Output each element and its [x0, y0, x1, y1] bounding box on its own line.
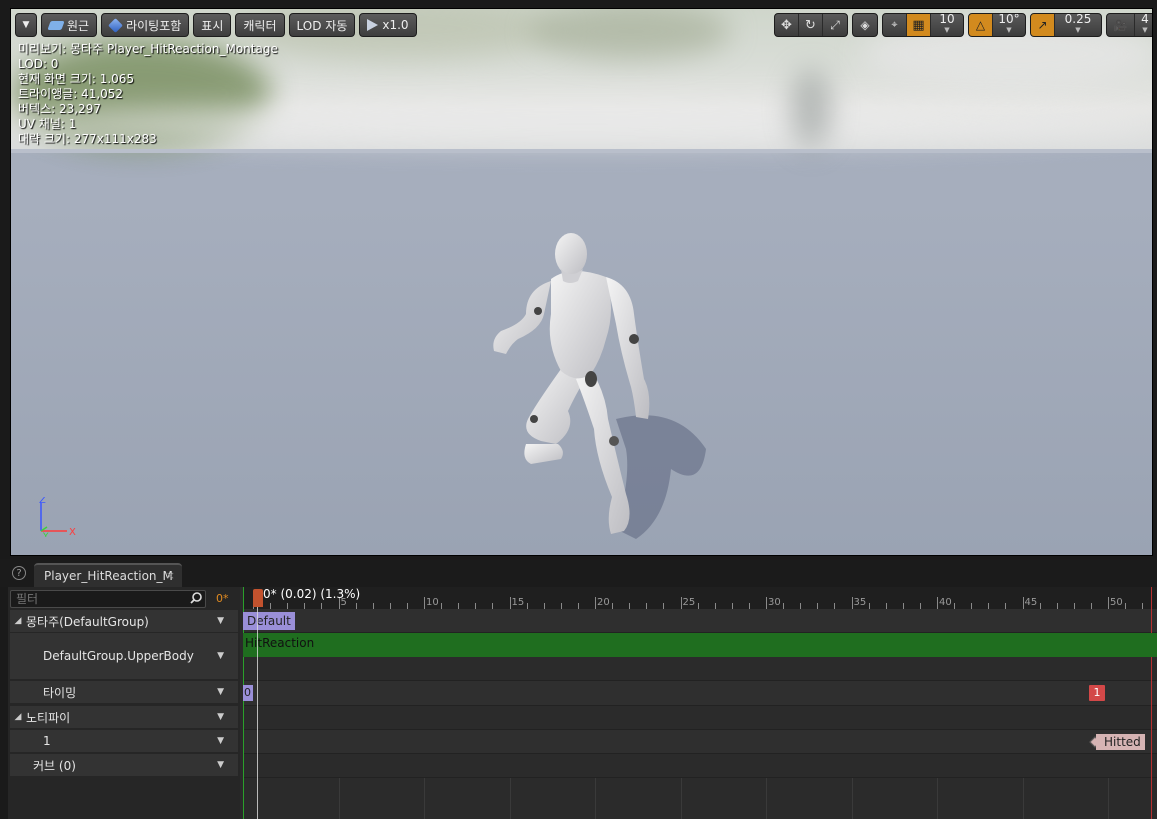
- ruler-tick-label: 10: [426, 597, 439, 608]
- ruler-tick-label: 20: [597, 597, 610, 608]
- camera-speed-value[interactable]: 4 ▼: [1135, 14, 1152, 36]
- anim-segment-hitreaction[interactable]: HitReaction: [243, 633, 1157, 657]
- ruler-tick-label: 15: [511, 597, 525, 608]
- montage-end-marker[interactable]: [1151, 587, 1152, 819]
- dropdown-arrow-icon[interactable]: ▼: [217, 760, 224, 770]
- scrub-handle[interactable]: [253, 589, 263, 607]
- ruler-tick-label: 50: [1110, 597, 1123, 608]
- track-timing[interactable]: 타이밍 ▼: [10, 681, 238, 703]
- collapse-triangle-icon[interactable]: ◢: [10, 712, 26, 722]
- rotation-snap-group: △ 10° ▼: [968, 13, 1026, 37]
- camera-speed-group: 🎥 4 ▼: [1106, 13, 1152, 37]
- current-frame-readout: 0*: [216, 592, 229, 605]
- scrub-line: [257, 607, 258, 819]
- ruler-tick: [1022, 597, 1024, 609]
- lit-sphere-icon: [108, 17, 123, 33]
- track-curves[interactable]: 커브 (0) ▼: [10, 754, 238, 776]
- ruler-tick: [851, 597, 853, 609]
- axis-y-label: Y: [42, 532, 49, 537]
- track-slot-upperbody[interactable]: DefaultGroup.UpperBody ▼: [10, 633, 238, 679]
- close-tab-icon[interactable]: ×: [166, 569, 175, 582]
- show-button[interactable]: 표시: [193, 13, 232, 37]
- dropdown-arrow-icon[interactable]: ▼: [217, 651, 224, 661]
- play-speed-icon: [367, 19, 379, 31]
- document-tab-bar: ? Player_HitReaction_M ×: [0, 559, 1157, 587]
- lod-button[interactable]: LOD 자동: [288, 13, 356, 37]
- ruler-tick-label: 40: [939, 597, 952, 608]
- track-list: 0* ◢ 몽타주(DefaultGroup) ▼ DefaultGroup.Up…: [8, 587, 240, 819]
- scrub-position-text: 0* (0.02) (1.3%): [263, 587, 361, 601]
- world-cube-icon[interactable]: ◈: [853, 14, 877, 36]
- lane-timing: [243, 681, 1157, 706]
- perspective-button[interactable]: 원근: [41, 13, 98, 37]
- viewport-options-button[interactable]: ▼: [15, 13, 37, 37]
- notify-hitted[interactable]: Hitted: [1096, 734, 1145, 750]
- montage-document-tab[interactable]: Player_HitReaction_M ×: [34, 563, 182, 587]
- lane-curves: [243, 754, 1157, 778]
- ruler-tick-label: 25: [682, 597, 696, 608]
- playback-speed-button[interactable]: x1.0: [359, 13, 417, 37]
- lane-notifies: [243, 706, 1157, 730]
- rotate-icon[interactable]: ↻: [799, 14, 823, 36]
- transform-mode-group: ✥ ↻ ⤢: [774, 13, 848, 37]
- rotation-snap-value[interactable]: 10° ▼: [993, 14, 1025, 36]
- time-ruler[interactable]: 5 10 15 20 25 30 35 40 45 50: [243, 587, 1157, 609]
- scale-snap-group: ↗ 0.25 ▼: [1030, 13, 1102, 37]
- montage-panel: 0* ◢ 몽타주(DefaultGroup) ▼ DefaultGroup.Up…: [8, 587, 1157, 819]
- axis-z-label: Z: [39, 497, 46, 506]
- scale-arrow-icon[interactable]: ↗: [1031, 14, 1055, 36]
- ruler-tick: [766, 597, 767, 609]
- help-icon[interactable]: ?: [12, 566, 26, 580]
- coordinate-space-group: ◈: [852, 13, 878, 37]
- ruler-tick: [424, 597, 425, 609]
- slot-name-label[interactable]: Default: [243, 612, 295, 630]
- viewport-toolbar-left: ▼ 원근 라이팅포함 표시 캐릭터 LOD 자동 x1.0: [15, 13, 417, 37]
- lane-notify-1: [243, 730, 1157, 754]
- grid-snap-group: ⌖ ▦ 10 ▼: [882, 13, 964, 37]
- dropdown-arrow-icon[interactable]: ▼: [217, 616, 224, 626]
- scale-snap-value[interactable]: 0.25 ▼: [1055, 14, 1101, 36]
- dropdown-arrow-icon[interactable]: ▼: [217, 712, 224, 722]
- grid-snap-value[interactable]: 10 ▼: [931, 14, 963, 36]
- view-mode-button[interactable]: 라이팅포함: [101, 13, 190, 37]
- character-button[interactable]: 캐릭터: [235, 13, 285, 37]
- axis-gizmo: Z X Y: [39, 497, 76, 537]
- preview-viewport[interactable]: ▼ 원근 라이팅포함 표시 캐릭터 LOD 자동 x1.0 ✥ ↻ ⤢ ◈ ⌖ …: [10, 8, 1153, 556]
- translate-icon[interactable]: ✥: [775, 14, 799, 36]
- perspective-icon: [47, 20, 65, 30]
- dropdown-arrow-icon[interactable]: ▼: [217, 736, 224, 746]
- angle-icon[interactable]: △: [969, 14, 993, 36]
- dropdown-arrow-icon[interactable]: ▼: [217, 687, 224, 697]
- track-notifies[interactable]: ◢ 노티파이 ▼: [10, 706, 238, 728]
- track-montage-group[interactable]: ◢ 몽타주(DefaultGroup) ▼: [10, 610, 238, 632]
- preview-stats: 미리보기: 몽타주 Player_HitReaction_Montage LOD…: [18, 42, 278, 146]
- lane-slot-gap: [243, 657, 1157, 681]
- timing-marker-start[interactable]: 0: [243, 685, 253, 701]
- grid-icon[interactable]: ▦: [907, 14, 931, 36]
- collapse-triangle-icon[interactable]: ◢: [10, 616, 26, 626]
- mannequin-character[interactable]: [466, 219, 716, 539]
- ruler-tick: [680, 597, 682, 609]
- floor-horizon: [11, 149, 1152, 153]
- ruler-tick: [509, 597, 511, 609]
- axis-x-label: X: [69, 527, 76, 537]
- camera-icon[interactable]: 🎥: [1107, 14, 1135, 36]
- scale-icon[interactable]: ⤢: [823, 14, 847, 36]
- filter-input[interactable]: [10, 590, 206, 608]
- timing-marker-end[interactable]: 1: [1089, 685, 1105, 701]
- track-notify-1[interactable]: 1 ▼: [10, 730, 238, 752]
- ruler-tick-label: 35: [853, 597, 867, 608]
- surface-snap-icon[interactable]: ⌖: [883, 14, 907, 36]
- lane-montage: [243, 609, 1157, 633]
- chevron-down-icon: ▼: [22, 20, 30, 30]
- search-icon[interactable]: [190, 592, 202, 604]
- timeline-area[interactable]: 5 10 15 20 25 30 35 40 45 50 Default HitReaction …: [243, 587, 1157, 819]
- ruler-tick: [595, 597, 596, 609]
- ruler-tick-label: 45: [1024, 597, 1038, 608]
- ruler-tick: [1108, 597, 1109, 609]
- ruler-tick: [937, 597, 938, 609]
- ruler-tick-label: 30: [768, 597, 781, 608]
- viewport-toolbar-right: ✥ ↻ ⤢ ◈ ⌖ ▦ 10 ▼ △ 10° ▼ ↗ 0.25 ▼ 🎥 4 ▼: [774, 13, 1152, 37]
